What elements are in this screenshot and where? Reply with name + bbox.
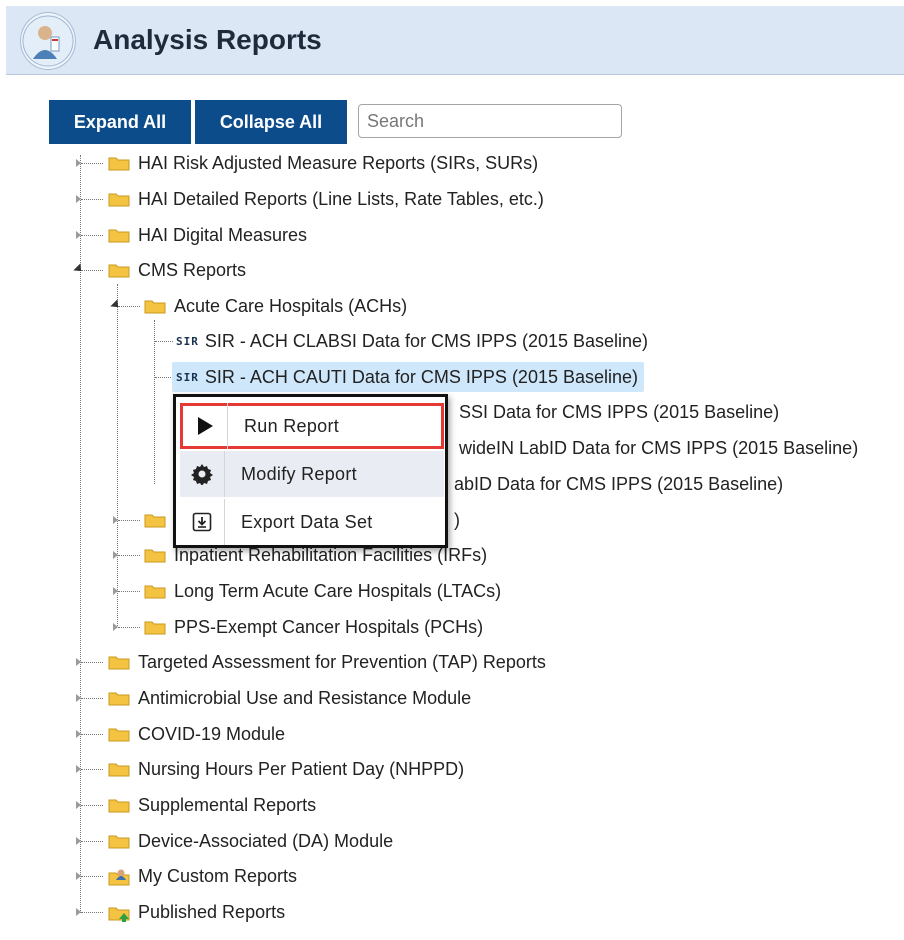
menu-item-label: Run Report [244, 415, 340, 436]
folder-icon [144, 583, 166, 599]
tree-node-label: Targeted Assessment for Prevention (TAP)… [138, 651, 546, 672]
search-input[interactable] [358, 104, 622, 138]
folder-icon [108, 155, 130, 171]
expand-toggle-icon[interactable] [76, 765, 81, 773]
sir-report-icon: SIR [176, 334, 199, 348]
tree-node-label: SIR - ACH CLABSI Data for CMS IPPS (2015… [204, 330, 649, 351]
tree-connector [117, 284, 118, 626]
tree-node-hai-detailed[interactable]: HAI Detailed Reports (Line Lists, Rate T… [108, 184, 544, 214]
tree-node-label: ) [454, 509, 460, 530]
tree-node-label: SSI Data for CMS IPPS (2015 Baseline) [459, 401, 780, 422]
folder-icon [108, 833, 130, 849]
tree-connector [154, 320, 155, 484]
menu-item-label: Modify Report [241, 463, 357, 484]
tree-node-published[interactable]: Published Reports [108, 897, 285, 927]
run-report-menu-item[interactable]: Run Report [180, 403, 444, 449]
folder-open-icon [144, 298, 166, 314]
expand-toggle-icon[interactable] [76, 908, 81, 916]
expand-toggle-icon[interactable] [113, 551, 118, 559]
tree-node-label: Long Term Acute Care Hospitals (LTACs) [174, 580, 502, 601]
modify-report-menu-item[interactable]: Modify Report [180, 451, 444, 497]
tree-report-cauti[interactable]: SIR SIR - ACH CAUTI Data for CMS IPPS (2… [172, 362, 645, 392]
collapse-all-button[interactable]: Collapse All [195, 100, 347, 144]
folder-icon [108, 690, 130, 706]
tree-report-facwidein[interactable]: wideIN LabID Data for CMS IPPS (2015 Bas… [459, 433, 858, 463]
tree-node-cah[interactable] [144, 505, 174, 535]
tree-node-cms-reports[interactable]: CMS Reports [108, 255, 246, 285]
expand-toggle-icon[interactable] [76, 159, 81, 167]
tree-node-label: wideIN LabID Data for CMS IPPS (2015 Bas… [459, 437, 859, 458]
folder-icon [108, 726, 130, 742]
tree-report-ssi[interactable]: SSI Data for CMS IPPS (2015 Baseline) [459, 397, 779, 427]
expand-toggle-icon[interactable] [76, 730, 81, 738]
export-data-set-menu-item[interactable]: Export Data Set [180, 499, 444, 545]
expand-toggle-icon[interactable] [76, 801, 81, 809]
folder-icon [144, 619, 166, 635]
tree-node-label: HAI Detailed Reports (Line Lists, Rate T… [138, 188, 544, 209]
folder-icon [108, 761, 130, 777]
tree-node-label: HAI Risk Adjusted Measure Reports (SIRs,… [138, 152, 539, 173]
folder-icon [108, 797, 130, 813]
tree-node-label: My Custom Reports [138, 865, 298, 886]
collapse-toggle-icon[interactable] [73, 263, 85, 275]
folder-icon [144, 512, 166, 528]
tree-node-label: Device-Associated (DA) Module [138, 830, 394, 851]
selected-row-highlight: SIR SIR - ACH CAUTI Data for CMS IPPS (2… [172, 362, 645, 392]
user-folder-icon [108, 868, 130, 886]
expand-toggle-icon[interactable] [76, 195, 81, 203]
tree-report-labid[interactable]: abID Data for CMS IPPS (2015 Baseline) [454, 469, 783, 499]
tree-node-label: CMS Reports [138, 259, 247, 280]
tree-node-label: Nursing Hours Per Patient Day (NHPPD) [138, 758, 465, 779]
expand-toggle-icon[interactable] [113, 516, 118, 524]
expand-toggle-icon[interactable] [76, 231, 81, 239]
tree-node-da-module[interactable]: Device-Associated (DA) Module [108, 826, 393, 856]
gear-icon [180, 451, 225, 497]
expand-toggle-icon[interactable] [113, 587, 118, 595]
tree-node-label: Acute Care Hospitals (ACHs) [174, 295, 408, 316]
tree-node-hai-digital[interactable]: HAI Digital Measures [108, 220, 307, 250]
expand-all-button[interactable]: Expand All [49, 100, 191, 144]
published-folder-icon [108, 904, 130, 922]
tree-node-label: SIR - ACH CAUTI Data for CMS IPPS (2015 … [204, 366, 639, 387]
context-menu: Run Report Modify Report Export Data Set [173, 394, 448, 548]
page-title: Analysis Reports [93, 24, 322, 55]
expand-toggle-icon[interactable] [76, 837, 81, 845]
download-icon [180, 499, 225, 545]
collapse-toggle-icon[interactable] [110, 299, 122, 311]
tree-node-nhppd[interactable]: Nursing Hours Per Patient Day (NHPPD) [108, 754, 464, 784]
tree-node-aur[interactable]: Antimicrobial Use and Resistance Module [108, 683, 471, 713]
tree-node-label: Antimicrobial Use and Resistance Module [138, 687, 472, 708]
folder-icon [144, 547, 166, 563]
tree-report-clabsi[interactable]: SIR SIR - ACH CLABSI Data for CMS IPPS (… [176, 326, 648, 356]
tree-node-ltac[interactable]: Long Term Acute Care Hospitals (LTACs) [144, 576, 501, 606]
expand-toggle-icon[interactable] [113, 623, 118, 631]
tree-node-covid[interactable]: COVID-19 Module [108, 719, 285, 749]
tree-node-label: COVID-19 Module [138, 723, 286, 744]
tree-node-hai-risk-adjusted[interactable]: HAI Risk Adjusted Measure Reports (SIRs,… [108, 148, 538, 178]
tree-node-supplemental[interactable]: Supplemental Reports [108, 790, 316, 820]
folder-icon [108, 227, 130, 243]
page-header: Analysis Reports [6, 6, 904, 75]
expand-toggle-icon[interactable] [76, 694, 81, 702]
sir-report-icon: SIR [176, 370, 199, 384]
tree-node-pch[interactable]: PPS-Exempt Cancer Hospitals (PCHs) [144, 612, 483, 642]
expand-toggle-icon[interactable] [76, 872, 81, 880]
folder-open-icon [108, 262, 130, 278]
tree-node-label: Published Reports [138, 901, 286, 922]
tree-node-my-custom[interactable]: My Custom Reports [108, 861, 297, 891]
tree-node-label: HAI Digital Measures [138, 224, 308, 245]
folder-icon [108, 654, 130, 670]
tree-node-tap[interactable]: Targeted Assessment for Prevention (TAP)… [108, 647, 546, 677]
tree-node-label: PPS-Exempt Cancer Hospitals (PCHs) [174, 616, 484, 637]
tree-node-label: Supplemental Reports [138, 794, 317, 815]
play-icon [183, 403, 228, 449]
nurse-logo-icon [20, 12, 76, 70]
folder-icon [108, 191, 130, 207]
tree-node-label: abID Data for CMS IPPS (2015 Baseline) [454, 473, 784, 494]
expand-toggle-icon[interactable] [76, 658, 81, 666]
menu-item-label: Export Data Set [241, 511, 373, 532]
tree-node-ach[interactable]: Acute Care Hospitals (ACHs) [144, 291, 407, 321]
